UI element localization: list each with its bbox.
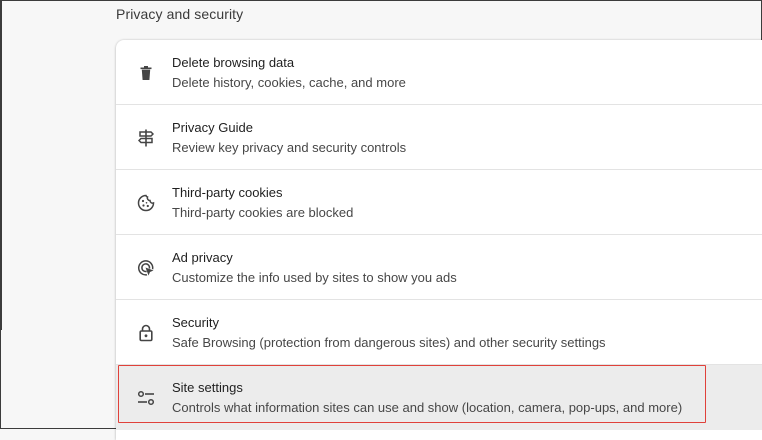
- row-delete-browsing-data[interactable]: Delete browsing data Delete history, coo…: [116, 40, 762, 105]
- row-title: Security: [172, 315, 219, 330]
- row-title: Site settings: [172, 380, 243, 395]
- row-ad-privacy[interactable]: Ad privacy Customize the info used by si…: [116, 235, 762, 300]
- row-third-party-cookies[interactable]: Third-party cookies Third-party cookies …: [116, 170, 762, 235]
- row-subtitle: Safe Browsing (protection from dangerous…: [172, 335, 606, 350]
- cookie-icon: [136, 193, 156, 213]
- row-title: Privacy Guide: [172, 120, 253, 135]
- lock-icon: [136, 323, 156, 343]
- row-title: Delete browsing data: [172, 55, 295, 70]
- row-subtitle: Customize the info used by sites to show…: [172, 270, 457, 285]
- row-subtitle: Delete history, cookies, cache, and more: [172, 75, 406, 90]
- row-security[interactable]: Security Safe Browsing (protection from …: [116, 300, 762, 365]
- row-title: Third-party cookies: [172, 185, 283, 200]
- row-privacy-guide[interactable]: Privacy Guide Review key privacy and sec…: [116, 105, 762, 170]
- window-edge: [0, 0, 2, 330]
- row-subtitle: Third-party cookies are blocked: [172, 205, 354, 220]
- privacy-security-card: Delete browsing data Delete history, coo…: [116, 40, 762, 440]
- row-site-settings[interactable]: Site settings Controls what information …: [116, 365, 762, 430]
- signpost-icon: [136, 128, 156, 148]
- tune-icon: [136, 388, 156, 408]
- trash-icon: [136, 63, 156, 83]
- section-title: Privacy and security: [116, 6, 244, 22]
- row-title: Ad privacy: [172, 250, 233, 265]
- row-subtitle: Controls what information sites can use …: [172, 400, 683, 415]
- ad-privacy-icon: [136, 258, 156, 278]
- row-subtitle: Review key privacy and security controls: [172, 140, 407, 155]
